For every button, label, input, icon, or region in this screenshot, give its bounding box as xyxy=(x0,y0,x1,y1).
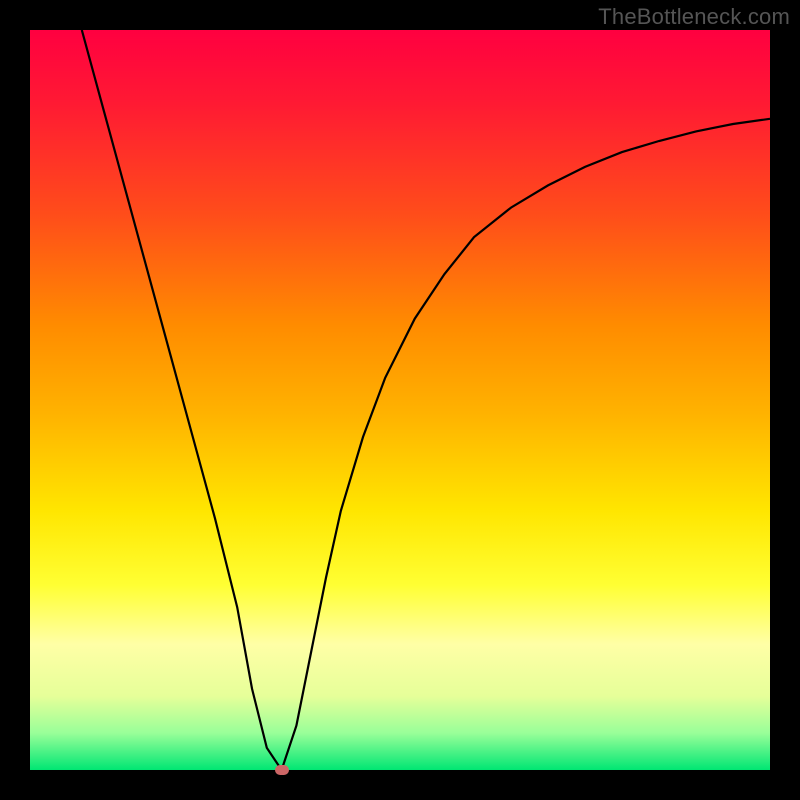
plot-area xyxy=(30,30,770,770)
background-gradient xyxy=(30,30,770,770)
watermark-text: TheBottleneck.com xyxy=(598,4,790,30)
optimal-point-marker xyxy=(275,765,289,775)
chart-container: TheBottleneck.com xyxy=(0,0,800,800)
